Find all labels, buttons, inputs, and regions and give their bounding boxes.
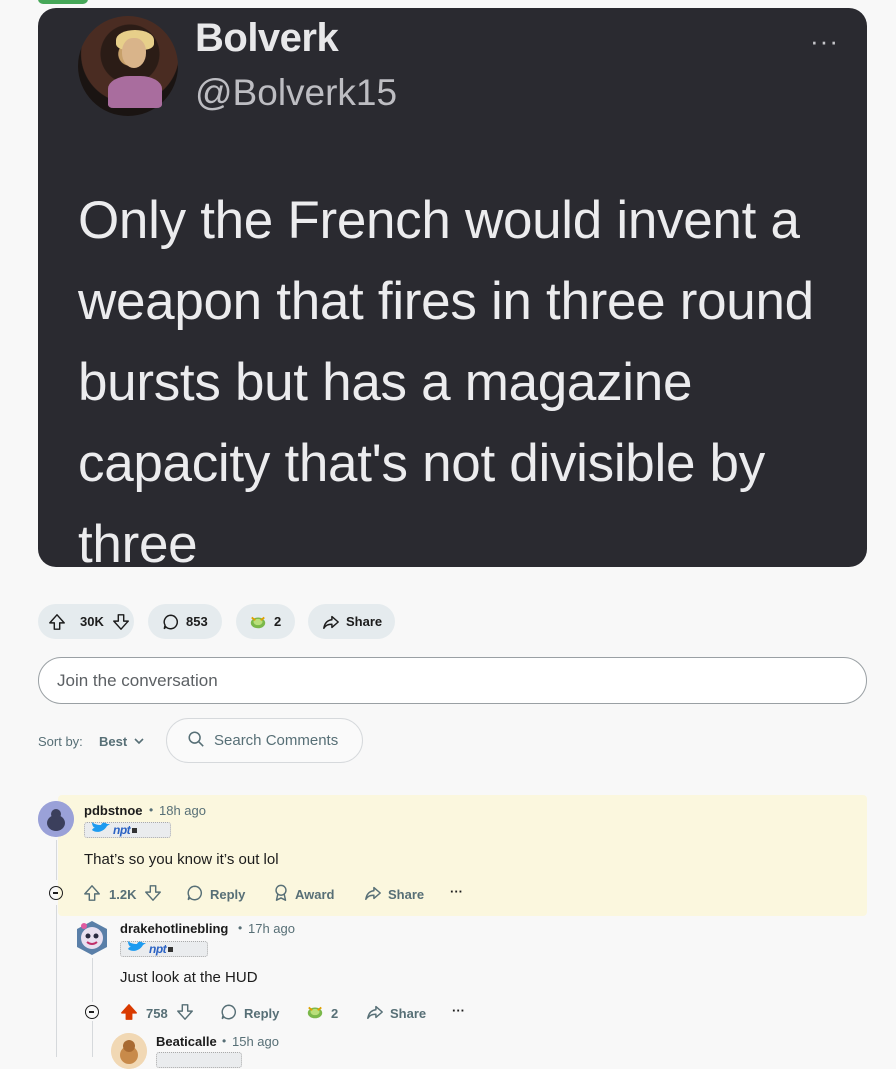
avatar[interactable] — [38, 801, 74, 837]
reply-button[interactable]: Reply — [186, 884, 245, 905]
comment-icon — [162, 613, 180, 631]
separator-dot: • — [222, 1034, 227, 1048]
post-award-button[interactable]: 2 — [236, 604, 295, 639]
post-comments-button[interactable]: 853 — [148, 604, 222, 639]
chevron-down-icon[interactable] — [133, 734, 145, 753]
comment-time: 15h ago — [232, 1034, 279, 1049]
thread-line — [92, 1021, 93, 1057]
award-icon — [273, 884, 289, 905]
award-label: Award — [295, 887, 335, 902]
share-icon — [364, 884, 382, 905]
award-icon — [248, 613, 268, 631]
flair-text: npt — [149, 942, 167, 956]
upvote-icon[interactable] — [83, 884, 101, 905]
reply-label: Reply — [210, 887, 246, 902]
comment-vote-count: 758 — [146, 1006, 168, 1021]
post-award-count: 2 — [274, 614, 282, 629]
comment-vote-control: 758 — [120, 1003, 194, 1024]
comment-vote-count: 1.2K — [109, 887, 137, 902]
share-icon — [322, 613, 340, 631]
bird-icon — [89, 821, 111, 840]
post-vote-control: 30K — [38, 604, 134, 639]
comment-time: 17h ago — [248, 921, 295, 936]
more-options-button[interactable]: ··· — [452, 1003, 465, 1018]
collapse-thread-icon[interactable] — [85, 1005, 99, 1019]
share-label: Share — [388, 887, 425, 902]
top-tag-pill — [38, 0, 88, 4]
sort-dropdown[interactable]: Best — [99, 734, 127, 749]
user-flair: npt — [84, 821, 171, 840]
sort-label: Sort by: — [38, 734, 83, 749]
user-flair: npt — [120, 940, 208, 959]
user-flair — [156, 1052, 242, 1068]
award-button[interactable]: Award — [273, 884, 335, 905]
award-icon — [305, 1003, 325, 1024]
comment-body: Just look at the HUD — [120, 969, 258, 986]
post-image[interactable]: Bolverk @Bolverk15 ··· Only the French w… — [38, 8, 867, 567]
join-conversation-input[interactable]: Join the conversation — [38, 657, 867, 704]
comment-vote-control: 1.2K — [83, 884, 162, 905]
tweet-author-handle: @Bolverk15 — [195, 72, 398, 113]
comment-time: 18h ago — [159, 803, 206, 818]
search-comments-input[interactable]: Search Comments — [166, 718, 363, 763]
post-comment-count: 853 — [186, 614, 208, 629]
tweet-author-name: Bolverk — [195, 16, 339, 60]
flair-text: npt — [113, 823, 131, 837]
thread-line — [56, 840, 57, 880]
tweet-avatar — [78, 16, 178, 116]
search-icon — [187, 730, 205, 752]
award-count: 2 — [331, 1006, 339, 1021]
reply-button[interactable]: Reply — [220, 1003, 279, 1024]
downvote-icon[interactable] — [112, 613, 130, 631]
tweet-more-icon: ··· — [810, 26, 839, 56]
separator-dot: • — [238, 921, 243, 935]
post-share-label: Share — [346, 614, 383, 629]
more-options-button[interactable]: ··· — [450, 884, 463, 899]
share-icon — [366, 1003, 384, 1024]
downvote-icon[interactable] — [144, 884, 162, 905]
bird-icon — [125, 940, 147, 959]
comment-icon — [186, 884, 204, 905]
avatar[interactable] — [111, 1033, 147, 1069]
share-button[interactable]: Share — [366, 1003, 426, 1024]
share-button[interactable]: Share — [364, 884, 424, 905]
share-label: Share — [390, 1006, 427, 1021]
separator-dot: • — [149, 803, 154, 817]
avatar[interactable] — [74, 920, 110, 956]
upvote-icon[interactable] — [48, 613, 66, 631]
search-comments-placeholder: Search Comments — [214, 732, 339, 749]
tweet-text: Only the French would invent a weapon th… — [78, 191, 814, 567]
downvote-icon[interactable] — [176, 1003, 194, 1024]
post-share-button[interactable]: Share — [308, 604, 395, 639]
upvote-icon-active[interactable] — [120, 1003, 138, 1024]
comment-author[interactable]: pdbstnoe — [84, 803, 143, 818]
reply-label: Reply — [244, 1006, 280, 1021]
collapse-thread-icon[interactable] — [49, 886, 63, 900]
comment-author[interactable]: Beaticalle — [156, 1034, 217, 1049]
comment-icon — [220, 1003, 238, 1024]
comment-author[interactable]: drakehotlinebling — [120, 921, 228, 936]
thread-line — [92, 958, 93, 1002]
post-vote-count: 30K — [80, 614, 104, 629]
thread-line — [56, 905, 57, 1057]
comment-body: That’s so you know it’s out lol — [84, 851, 279, 868]
award-button[interactable]: 2 — [305, 1003, 338, 1024]
